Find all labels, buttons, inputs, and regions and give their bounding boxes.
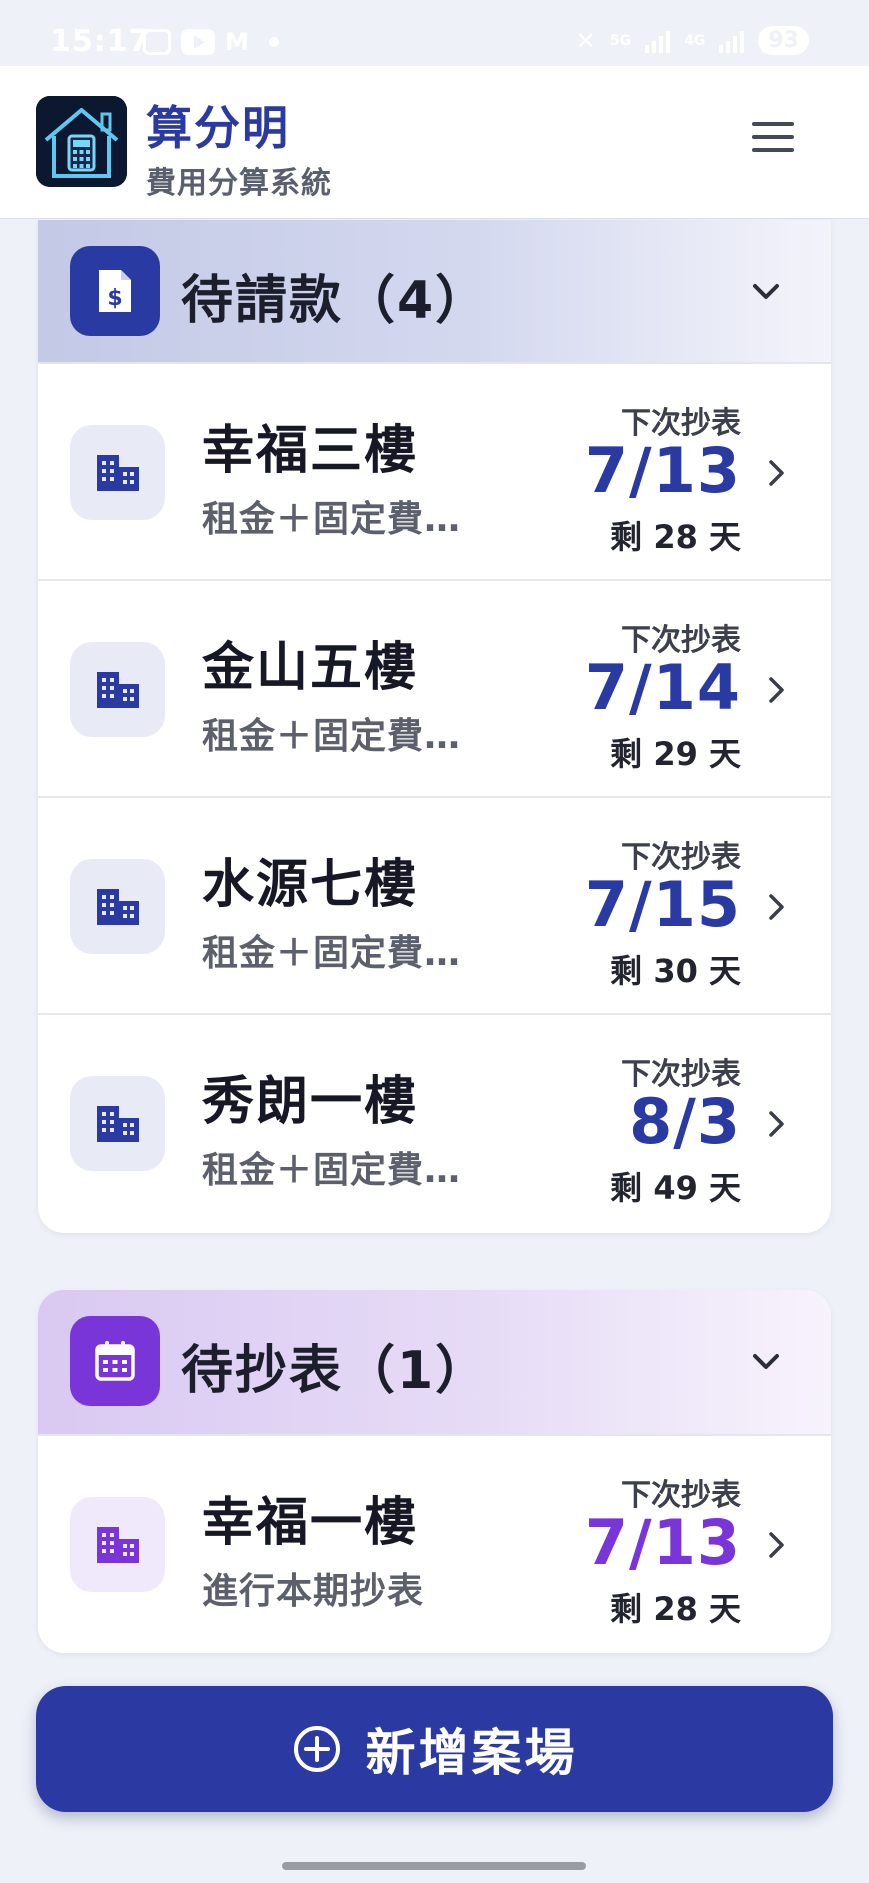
section-title: 待抄表（1） xyxy=(181,1341,490,1401)
gmail-icon: M xyxy=(225,28,249,56)
days-remaining: 剩 30 天 xyxy=(610,952,741,990)
chevron-right-icon xyxy=(769,460,784,486)
signal-icon xyxy=(645,29,671,53)
list-item[interactable]: 金山五樓 租金＋固定費… 下次抄表 7/14 剩 29 天 xyxy=(38,581,831,798)
building-icon xyxy=(70,859,165,954)
home-indicator[interactable] xyxy=(282,1862,586,1870)
property-name: 水源七樓 xyxy=(202,855,419,915)
calendar-icon xyxy=(70,1316,160,1406)
plus-circle-icon xyxy=(293,1726,340,1772)
battery-level: 93 xyxy=(758,26,809,55)
list-item[interactable]: 幸福一樓 進行本期抄表 下次抄表 7/13 剩 28 天 xyxy=(38,1436,831,1653)
chevron-down-icon[interactable] xyxy=(747,1342,785,1380)
building-icon xyxy=(70,1497,165,1592)
chevron-right-icon xyxy=(769,1111,784,1137)
add-site-label: 新增案場 xyxy=(365,1724,578,1782)
property-name: 秀朗一樓 xyxy=(202,1072,419,1132)
next-reading-date: 7/13 xyxy=(584,1506,741,1579)
days-remaining: 剩 28 天 xyxy=(610,518,741,556)
status-system-icons: ✕ 5G 4G 93 xyxy=(576,26,809,55)
building-icon xyxy=(70,425,165,520)
next-reading-date: 7/13 xyxy=(584,434,741,507)
svg-text:$: $ xyxy=(107,286,122,311)
chevron-down-icon[interactable] xyxy=(747,272,785,310)
next-reading-date: 8/3 xyxy=(629,1085,741,1158)
more-notifications-icon xyxy=(268,37,279,47)
status-time: 15:17 xyxy=(50,24,151,59)
network-5g-label: 5G xyxy=(609,32,632,49)
days-remaining: 剩 29 天 xyxy=(610,735,741,773)
property-description: 租金＋固定費… xyxy=(202,1150,462,1191)
property-description: 租金＋固定費… xyxy=(202,499,462,540)
building-icon xyxy=(70,642,165,737)
days-remaining: 剩 28 天 xyxy=(610,1590,741,1628)
invoice-dollar-icon: $ xyxy=(70,246,160,336)
status-notification-icons: M xyxy=(143,28,279,56)
add-site-button[interactable]: 新增案場 xyxy=(36,1686,833,1812)
chevron-right-icon xyxy=(769,894,784,920)
house-calculator-icon xyxy=(36,96,127,187)
app-subtitle: 費用分算系統 xyxy=(146,166,332,201)
list-item[interactable]: 幸福三樓 租金＋固定費… 下次抄表 7/13 剩 28 天 xyxy=(38,364,831,581)
section-pending-payment: $ 待請款（4） 幸福三樓 租金＋固定費… 下次抄表 7/13 剩 28 天 金… xyxy=(38,220,831,1233)
chevron-right-icon xyxy=(769,677,784,703)
next-reading-date: 7/15 xyxy=(584,868,741,941)
section-header-pending-reading[interactable]: 待抄表（1） xyxy=(38,1290,831,1436)
section-header-pending-payment[interactable]: $ 待請款（4） xyxy=(38,220,831,364)
list-item[interactable]: 水源七樓 租金＋固定費… 下次抄表 7/15 剩 30 天 xyxy=(38,798,831,1015)
property-name: 幸福三樓 xyxy=(202,421,419,481)
chevron-right-icon xyxy=(769,1532,784,1558)
days-remaining: 剩 49 天 xyxy=(610,1169,741,1207)
list-item[interactable]: 秀朗一樓 租金＋固定費… 下次抄表 8/3 剩 49 天 xyxy=(38,1015,831,1232)
app-header: 算分明 費用分算系統 xyxy=(0,66,869,219)
section-pending-reading: 待抄表（1） 幸福一樓 進行本期抄表 下次抄表 7/13 剩 28 天 xyxy=(38,1290,831,1653)
property-description: 進行本期抄表 xyxy=(202,1571,425,1612)
network-4g-label: 4G xyxy=(684,32,706,49)
section-title: 待請款（4） xyxy=(181,271,490,331)
property-name: 幸福一樓 xyxy=(202,1493,419,1553)
mute-icon: ✕ xyxy=(575,26,596,55)
youtube-icon xyxy=(181,29,215,55)
property-name: 金山五樓 xyxy=(202,638,419,698)
property-description: 租金＋固定費… xyxy=(202,933,462,974)
app-title: 算分明 xyxy=(146,101,290,155)
screenshot-icon xyxy=(143,29,171,55)
next-reading-date: 7/14 xyxy=(584,651,741,724)
status-bar: 15:17 M ✕ 5G 4G 93 xyxy=(0,0,869,66)
building-icon xyxy=(70,1076,165,1171)
signal-icon-2 xyxy=(719,29,745,53)
hamburger-menu-icon[interactable] xyxy=(752,122,802,162)
property-description: 租金＋固定費… xyxy=(202,716,462,757)
